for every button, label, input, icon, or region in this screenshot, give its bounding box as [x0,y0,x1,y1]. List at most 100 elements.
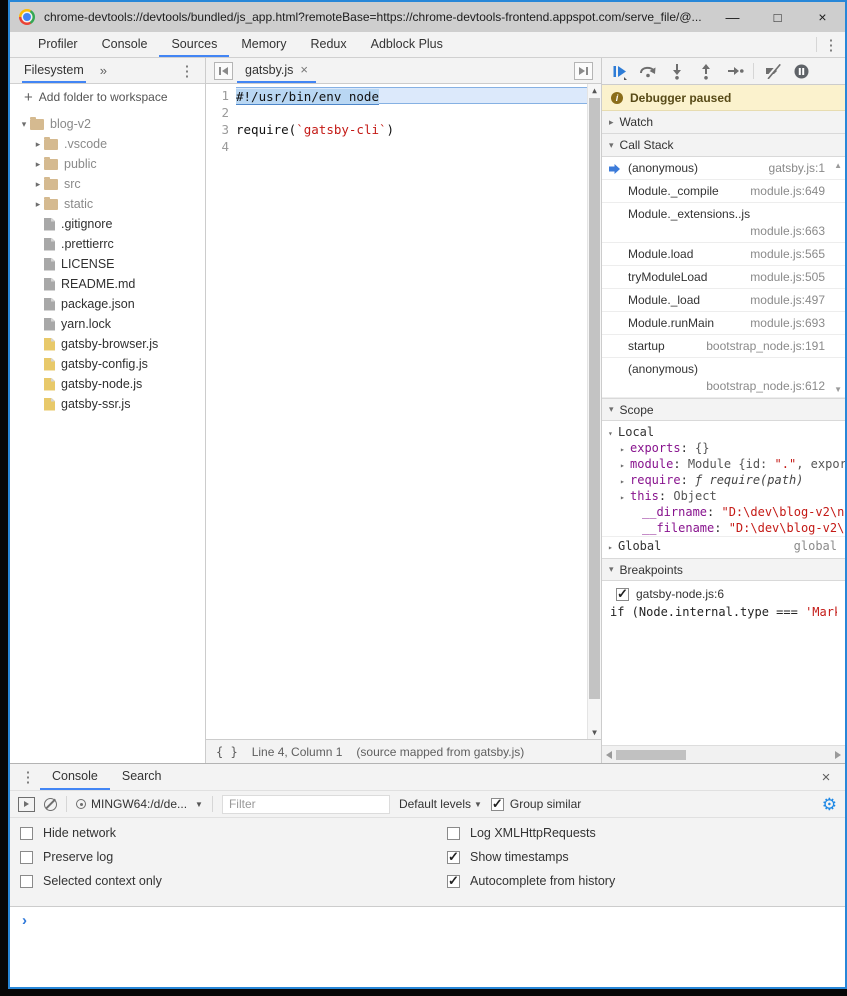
tab-adblock-plus[interactable]: Adblock Plus [359,32,455,57]
breakpoint-condition[interactable]: if (Node.internal.type === 'Markd… [610,605,837,619]
tree-item-gatsby-browser[interactable]: gatsby-browser.js [10,334,205,354]
execution-context-selector[interactable]: MINGW64:/d/de... ▼ [76,797,203,811]
tree-item-gitignore[interactable]: .gitignore [10,214,205,234]
preserve-log-checkbox[interactable] [20,851,33,864]
expand-arrow-icon[interactable]: ▸ [32,139,44,150]
breakpoints-section-header[interactable]: ▾ Breakpoints [602,558,845,581]
line-number[interactable]: 1 [206,87,236,104]
log-xhr-checkbox[interactable] [447,827,460,840]
scrollbar-thumb[interactable] [589,98,600,699]
stack-frame-module-load-private[interactable]: Module._load module.js:497 [602,289,845,312]
setting-preserve-log[interactable]: Preserve log [20,850,447,864]
filter-input[interactable] [222,795,390,814]
scroll-left-icon[interactable] [606,751,612,759]
breakpoint-checkbox[interactable] [616,588,629,601]
code-editor[interactable]: 1 #!/usr/bin/env node 2 3 require(`gatsb… [206,84,601,739]
tab-console[interactable]: Console [90,32,160,57]
setting-hide-network[interactable]: Hide network [20,826,447,840]
stack-frame-module-compile[interactable]: Module._compile module.js:649 [602,180,845,203]
step-button[interactable] [724,60,746,82]
call-stack-section-header[interactable]: ▾ Call Stack [602,134,845,157]
sidebar-menu-icon[interactable]: ⋮ [173,62,201,80]
tab-filesystem[interactable]: Filesystem [22,58,86,83]
tab-drawer-console[interactable]: Console [40,764,110,790]
setting-autocomplete-history[interactable]: Autocomplete from history [447,874,615,888]
stack-frame-anonymous[interactable]: (anonymous) gatsby.js:1 [602,157,845,180]
minimize-button[interactable]: — [710,2,755,32]
tree-item-gatsby-config[interactable]: gatsby-config.js [10,354,205,374]
scroll-right-icon[interactable] [835,751,841,759]
scope-var-filename[interactable]: __filename: "D:\dev\blog-v2\node_n [602,520,845,536]
expand-arrow-icon[interactable]: ▸ [32,159,44,170]
expand-arrow-icon[interactable]: ▸ [620,474,630,488]
line-number[interactable]: 4 [206,138,236,155]
pretty-print-icon[interactable]: { } [216,745,238,759]
tree-item-license[interactable]: LICENSE [10,254,205,274]
stack-frame-module-extensions[interactable]: Module._extensions..js module.js:663 [602,203,845,243]
close-tab-icon[interactable]: × [300,62,308,77]
scope-var-dirname[interactable]: __dirname: "D:\dev\blog-v2\node_mo [602,504,845,520]
stack-frame-startup[interactable]: startup bootstrap_node.js:191 [602,335,845,358]
stack-frame-try-module-load[interactable]: tryModuleLoad module.js:505 [602,266,845,289]
prev-tabs-button[interactable] [214,62,233,80]
tab-drawer-search[interactable]: Search [110,764,174,790]
step-over-button[interactable] [637,60,659,82]
setting-show-timestamps[interactable]: Show timestamps [447,850,615,864]
main-menu-icon[interactable]: ⋮ [817,32,845,57]
scope-section-header[interactable]: ▾ Scope [602,398,845,421]
tree-item-src[interactable]: ▸ src [10,174,205,194]
hide-network-checkbox[interactable] [20,827,33,840]
code-line-4[interactable]: 4 [206,138,601,155]
drawer-menu-icon[interactable]: ⋮ [16,764,40,790]
scroll-up-icon[interactable]: ▲ [588,86,601,95]
console-settings-gear-icon[interactable]: ⚙ [822,796,837,813]
collapse-arrow-icon[interactable]: ▾ [608,426,618,440]
show-timestamps-checkbox[interactable] [447,851,460,864]
scope-var-exports[interactable]: ▸exports: {} [602,440,845,456]
tree-item-gatsby-node[interactable]: gatsby-node.js [10,374,205,394]
tab-redux[interactable]: Redux [298,32,358,57]
code-line-2[interactable]: 2 [206,104,601,121]
tab-memory[interactable]: Memory [229,32,298,57]
scope-var-module[interactable]: ▸module: Module {id: ".", exports: [602,456,845,472]
watch-section-header[interactable]: ▸ Watch [602,111,845,134]
stack-frame-module-run-main[interactable]: Module.runMain module.js:693 [602,312,845,335]
next-tabs-button[interactable] [574,62,593,80]
expand-arrow-icon[interactable]: ▸ [620,490,630,504]
tree-item-yarn-lock[interactable]: yarn.lock [10,314,205,334]
group-similar-setting[interactable]: Group similar [491,797,581,811]
close-drawer-icon[interactable]: × [813,764,839,790]
maximize-button[interactable]: □ [755,2,800,32]
expand-arrow-icon[interactable]: ▸ [608,540,618,554]
tree-item-blog-v2[interactable]: ▾ blog-v2 [10,114,205,134]
stack-frame-bootstrap-anonymous[interactable]: (anonymous) bootstrap_node.js:612 [602,358,845,398]
stack-frame-module-load[interactable]: Module.load module.js:565 [602,243,845,266]
expand-arrow-icon[interactable]: ▾ [18,119,30,130]
console-prompt[interactable]: › [10,907,845,987]
overflow-tabs-icon[interactable]: » [100,63,107,78]
scope-global[interactable]: ▸Global global [602,536,845,554]
tab-profiler[interactable]: Profiler [26,32,90,57]
scroll-down-icon[interactable]: ▼ [834,385,842,394]
code-line-1[interactable]: 1 #!/usr/bin/env node [206,87,601,104]
expand-arrow-icon[interactable]: ▸ [620,458,630,472]
editor-tab-gatsby-js[interactable]: gatsby.js × [237,58,316,83]
scope-var-require[interactable]: ▸require: ƒ require(path) [602,472,845,488]
pause-on-exceptions-button[interactable] [790,60,812,82]
selected-context-checkbox[interactable] [20,875,33,888]
close-button[interactable]: × [800,2,845,32]
resume-button[interactable] [608,60,630,82]
tree-item-readme[interactable]: README.md [10,274,205,294]
autocomplete-history-checkbox[interactable] [447,875,460,888]
code-line-3[interactable]: 3 require(`gatsby-cli`) [206,121,601,138]
group-similar-checkbox[interactable] [491,798,504,811]
step-out-button[interactable] [695,60,717,82]
editor-scrollbar[interactable]: ▲ ▼ [587,84,601,739]
setting-log-xhr[interactable]: Log XMLHttpRequests [447,826,615,840]
scope-var-this[interactable]: ▸this: Object [602,488,845,504]
clear-console-icon[interactable] [44,798,57,811]
tree-item-prettierrc[interactable]: .prettierrc [10,234,205,254]
tab-sources[interactable]: Sources [159,32,229,57]
scope-local[interactable]: ▾Local [602,424,845,440]
tree-item-public[interactable]: ▸ public [10,154,205,174]
